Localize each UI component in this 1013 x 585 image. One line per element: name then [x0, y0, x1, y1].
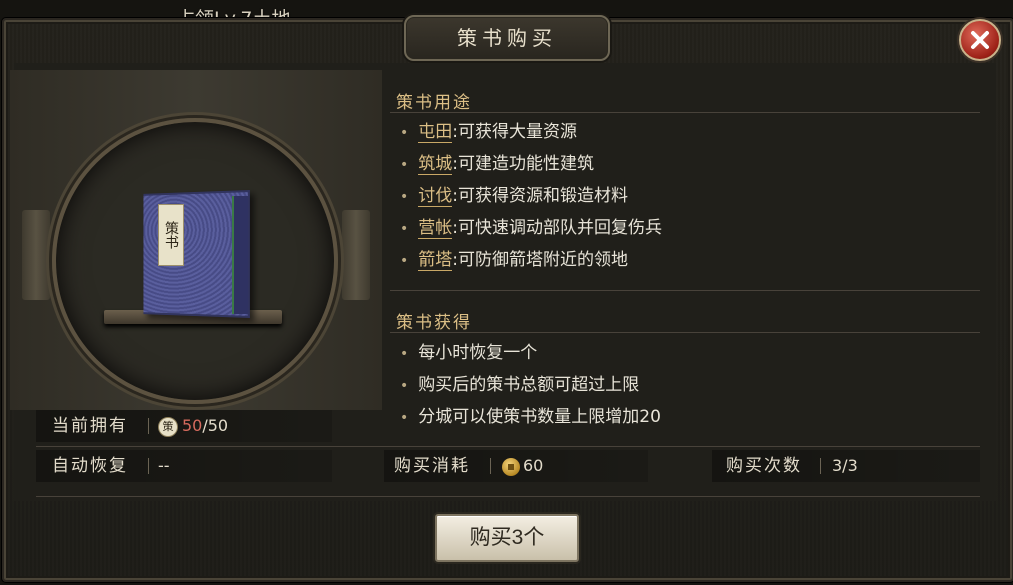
bullet-dot-icon: •	[400, 221, 409, 237]
acquire-divider	[390, 332, 980, 333]
book-spine	[232, 196, 248, 314]
acquire-text: 每小时恢复一个	[418, 343, 538, 363]
recover-value: --	[158, 456, 170, 475]
usage-divider	[390, 112, 980, 113]
usage-keyword[interactable]: 屯田	[418, 122, 453, 143]
times-value: 3/3	[832, 456, 858, 475]
row-separator	[148, 458, 149, 474]
usage-item: • 讨伐:可获得资源和锻造材料	[400, 183, 628, 209]
owned-row: 当前拥有 策 50/50	[36, 410, 332, 442]
bullet-dot-icon: •	[400, 378, 409, 394]
acquire-text: 分城可以使策书数量上限增加20	[418, 407, 661, 427]
cost-row: 购买消耗 60	[384, 450, 648, 482]
usage-desc: :可建造功能性建筑	[452, 154, 594, 174]
coin-icon	[502, 457, 520, 476]
row-separator	[148, 418, 149, 434]
pillar-right	[342, 210, 370, 300]
buy-button[interactable]: 购买3个	[435, 514, 579, 562]
owned-current: 50	[182, 416, 203, 435]
row-separator	[490, 458, 491, 474]
cost-value: 60	[523, 456, 544, 475]
times-row: 购买次数 3/3	[712, 450, 980, 482]
usage-desc: :可快速调动部队并回复伤兵	[452, 218, 662, 238]
close-icon	[971, 31, 989, 49]
row-separator	[820, 458, 821, 474]
usage-keyword[interactable]: 筑城	[418, 154, 453, 175]
owned-max: /50	[202, 416, 229, 435]
recover-row: 自动恢复 --	[36, 450, 332, 482]
usage-item: • 筑城:可建造功能性建筑	[400, 151, 594, 177]
bullet-dot-icon: •	[400, 253, 409, 269]
usage-item: • 营帐:可快速调动部队并回复伤兵	[400, 215, 662, 241]
dialog-title-tab: 策书购买	[404, 15, 610, 61]
section-divider	[390, 290, 980, 291]
acquire-item: • 分城可以使策书数量上限增加20	[400, 404, 661, 430]
usage-keyword[interactable]: 讨伐	[418, 186, 453, 207]
acquire-item: • 每小时恢复一个	[400, 340, 537, 366]
recover-label: 自动恢复	[52, 456, 128, 476]
usage-item: • 屯田:可获得大量资源	[400, 119, 577, 145]
bullet-dot-icon: •	[400, 157, 409, 173]
bullet-dot-icon: •	[400, 189, 409, 205]
usage-desc: :可获得资源和锻造材料	[452, 186, 628, 206]
acquire-section-title: 策书获得	[396, 313, 472, 333]
bullet-dot-icon: •	[400, 410, 409, 426]
usage-keyword[interactable]: 营帐	[418, 218, 453, 239]
book-label: 策书	[158, 204, 184, 266]
cost-value-wrap: 60	[502, 450, 543, 482]
usage-section-title: 策书用途	[396, 93, 472, 113]
usage-desc: :可获得大量资源	[452, 122, 577, 142]
stats-divider	[36, 446, 980, 447]
owned-label: 当前拥有	[52, 416, 128, 436]
close-button[interactable]	[959, 19, 1001, 61]
usage-desc: :可防御箭塔附近的领地	[452, 250, 628, 270]
usage-item: • 箭塔:可防御箭塔附近的领地	[400, 247, 628, 273]
dialog-title: 策书购买	[457, 26, 557, 50]
bullet-dot-icon: •	[400, 346, 409, 362]
bullet-dot-icon: •	[400, 125, 409, 141]
usage-keyword[interactable]: 箭塔	[418, 250, 453, 271]
owned-value: 策 50/50	[158, 410, 228, 442]
bottom-divider	[36, 496, 980, 497]
strategy-token-icon: 策	[158, 416, 178, 437]
pillar-left	[22, 210, 50, 300]
acquire-item: • 购买后的策书总额可超过上限	[400, 372, 639, 398]
cost-label: 购买消耗	[394, 456, 470, 476]
acquire-text: 购买后的策书总额可超过上限	[418, 375, 640, 395]
times-label: 购买次数	[726, 456, 802, 476]
